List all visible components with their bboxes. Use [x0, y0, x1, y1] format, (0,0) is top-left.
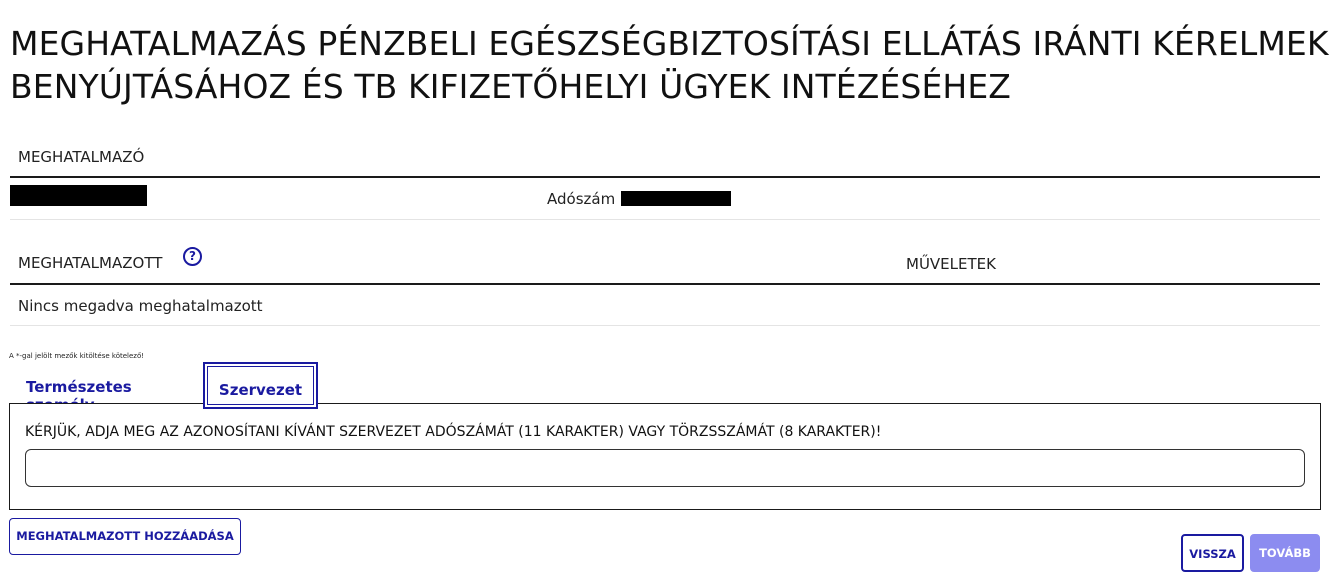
page-title: MEGHATALMAZÁS PÉNZBELI EGÉSZSÉGBIZTOSÍTÁ…	[10, 22, 1330, 108]
organization-id-input[interactable]	[25, 449, 1305, 487]
page-title-line-2: BENYÚJTÁSÁHOZ ÉS TB KIFIZETŐHELYI ÜGYEK …	[10, 67, 1011, 106]
organization-id-panel: KÉRJÜK, ADJA MEG AZ AZONOSÍTANI KÍVÁNT S…	[9, 403, 1321, 510]
meghatalmazo-header-label: MEGHATALMAZÓ	[18, 148, 145, 166]
redacted-tax-number	[621, 191, 731, 206]
tax-number-label: Adószám	[547, 190, 616, 208]
tab-szervezet[interactable]: Szervezet	[203, 362, 318, 409]
page-title-line-1: MEGHATALMAZÁS PÉNZBELI EGÉSZSÉGBIZTOSÍTÁ…	[10, 24, 1329, 63]
help-icon[interactable]: ?	[183, 247, 202, 266]
meghatalmazott-header: MEGHATALMAZOTT ? MŰVELETEK	[10, 240, 1320, 285]
back-button-label: VISSZA	[1189, 547, 1236, 561]
meghatalmazo-header: MEGHATALMAZÓ	[10, 138, 1320, 178]
add-representative-button-label: MEGHATALMAZOTT HOZZÁADÁSA	[16, 529, 234, 543]
meghatalmazo-row-divider	[10, 219, 1320, 220]
tab-termeszetes-szemely[interactable]: Természetes személy	[18, 370, 198, 414]
required-fields-note: A *-gal jelölt mezők kitöltése kötelező!	[9, 352, 145, 360]
actions-header-label: MŰVELETEK	[906, 255, 996, 273]
back-button[interactable]: VISSZA	[1181, 534, 1244, 572]
redacted-name	[10, 185, 147, 206]
meghatalmazott-header-label: MEGHATALMAZOTT	[18, 254, 163, 272]
organization-id-label: KÉRJÜK, ADJA MEG AZ AZONOSÍTANI KÍVÁNT S…	[25, 424, 882, 440]
no-representative-text: Nincs megadva meghatalmazott	[18, 297, 263, 315]
tab-szervezet-label: Szervezet	[218, 381, 303, 399]
meghatalmazott-row-divider	[10, 325, 1320, 326]
add-representative-button[interactable]: MEGHATALMAZOTT HOZZÁADÁSA	[9, 518, 241, 555]
next-button[interactable]: TOVÁBB	[1250, 534, 1320, 572]
next-button-label: TOVÁBB	[1259, 546, 1311, 560]
